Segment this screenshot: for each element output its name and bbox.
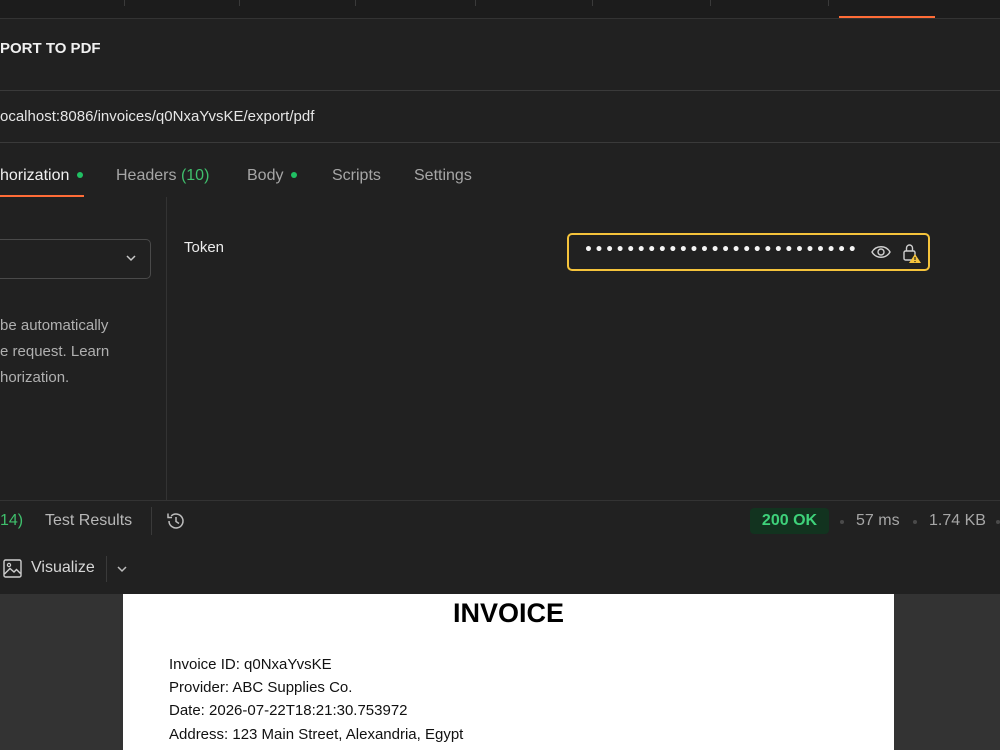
tab-separator <box>710 0 711 6</box>
panel-divider <box>166 197 167 500</box>
meta-separator <box>996 520 1000 524</box>
visualize-button[interactable]: Visualize <box>31 559 95 577</box>
tab-scripts[interactable]: Scripts <box>332 167 381 185</box>
tab-headers-label: Headers <box>116 167 177 184</box>
tab-test-results[interactable]: Test Results <box>45 512 132 530</box>
status-badge[interactable]: 200 OK <box>750 508 829 534</box>
token-input[interactable]: •••••••••••••••••••••••••••••••••• <box>567 233 930 271</box>
lock-warning-icon[interactable] <box>901 242 923 264</box>
toolbar-divider <box>106 556 107 582</box>
tab-body[interactable]: Body <box>247 167 298 185</box>
meta-separator <box>913 520 917 524</box>
auth-description-link[interactable]: horization. <box>0 365 160 391</box>
active-tab-underline <box>0 195 84 197</box>
response-toolbar <box>0 500 1000 542</box>
tab-separator <box>124 0 125 6</box>
status-dot-icon <box>291 171 298 178</box>
tab-separator <box>239 0 240 6</box>
tab-separator <box>355 0 356 6</box>
history-icon[interactable] <box>165 510 187 532</box>
headers-count: (10) <box>180 167 210 184</box>
tab-authorization-label: horization <box>0 167 70 184</box>
invoice-provider: Provider: ABC Supplies Co. <box>169 679 353 696</box>
tab-separator <box>592 0 593 6</box>
request-title[interactable]: PORT TO PDF <box>0 40 101 57</box>
response-size[interactable]: 1.74 KB <box>929 512 986 530</box>
auth-description-line: be automatically <box>0 317 109 334</box>
tab-separator <box>828 0 829 6</box>
auth-type-select[interactable] <box>0 239 151 279</box>
invoice-id: Invoice ID: q0NxaYvsKE <box>169 656 332 673</box>
image-icon <box>3 559 22 578</box>
active-tab-indicator <box>839 16 935 18</box>
invoice-title: INVOICE <box>452 598 565 628</box>
invoice-address: Address: 123 Main Street, Alexandria, Eg… <box>169 726 464 743</box>
auth-description-line: e request. Learn <box>0 343 110 360</box>
invoice-date: Date: 2026-07-22T18:21:30.753972 <box>169 702 408 719</box>
chevron-down-icon <box>126 255 136 262</box>
pdf-page: INVOICE Invoice ID: q0NxaYvsKE Provider:… <box>123 594 894 750</box>
auth-description: be automatically e request. Learn horiza… <box>0 313 160 391</box>
chevron-down-icon[interactable] <box>115 562 129 576</box>
tab-authorization[interactable]: horization <box>0 167 84 185</box>
response-tab-count[interactable]: 14) <box>0 512 23 530</box>
tab-settings[interactable]: Settings <box>414 167 472 185</box>
request-tab-strip <box>0 0 1000 19</box>
status-dot-icon <box>77 171 84 178</box>
meta-separator <box>840 520 844 524</box>
tab-body-label: Body <box>247 167 284 184</box>
token-label: Token <box>184 239 225 256</box>
response-time[interactable]: 57 ms <box>856 512 900 530</box>
toolbar-divider <box>151 507 152 535</box>
tab-separator <box>475 0 476 6</box>
tab-headers[interactable]: Headers (10) <box>116 167 209 185</box>
eye-icon[interactable] <box>871 243 891 261</box>
token-value: •••••••••••••••••••••••••••••••••• <box>584 242 860 258</box>
url-input[interactable]: ocalhost:8086/invoices/q0NxaYvsKE/export… <box>0 108 314 125</box>
